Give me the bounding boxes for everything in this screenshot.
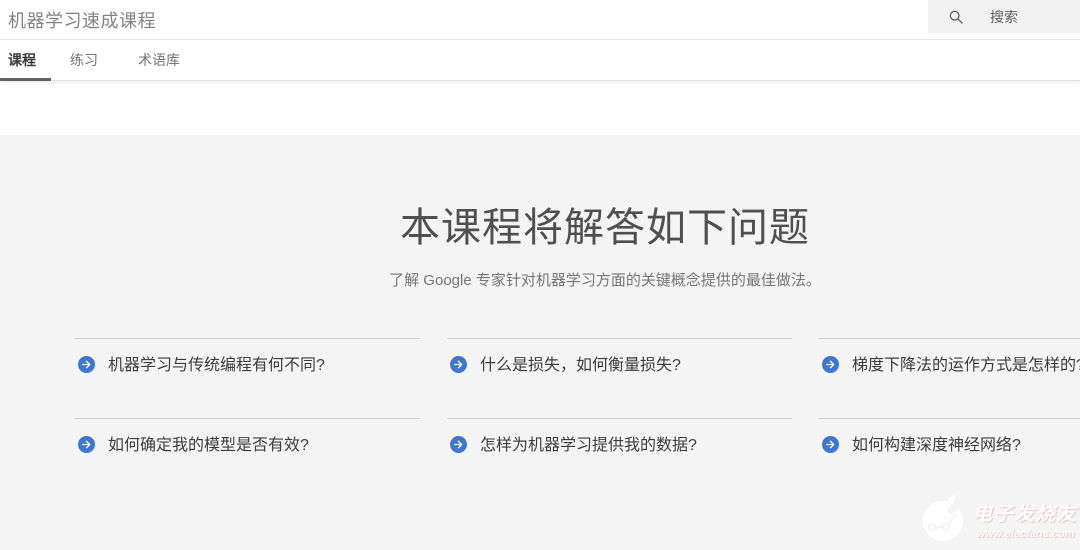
question-link[interactable]: 怎样为机器学习提供我的数据? — [447, 418, 792, 474]
arrow-forward-icon — [78, 436, 95, 453]
question-text: 什么是损失，如何衡量损失? — [480, 356, 681, 375]
elecfans-watermark: 电子发烧友 www.elecfans.com — [917, 491, 1078, 547]
tab-exercises[interactable]: 练习 — [70, 40, 98, 80]
page-title[interactable]: 机器学习速成课程 — [8, 7, 156, 33]
question-link[interactable]: 梯度下降法的运作方式是怎样的? — [819, 338, 1080, 394]
tab-glossary[interactable]: 术语库 — [138, 40, 180, 80]
app-header: 机器学习速成课程 搜索 — [0, 0, 1080, 40]
elecfans-logo-icon — [917, 491, 969, 547]
tab-glossary-label: 术语库 — [138, 50, 180, 70]
arrow-forward-icon — [450, 436, 467, 453]
hero-section: 本课程将解答如下问题 了解 Google 专家针对机器学习方面的关键概念提供的最… — [0, 135, 1080, 550]
elecfans-name: 电子发烧友 — [973, 499, 1078, 526]
question-text: 如何确定我的模型是否有效? — [108, 436, 309, 455]
elecfans-url: www.elecfans.com — [973, 528, 1078, 540]
question-link[interactable]: 如何构建深度神经网络? — [819, 418, 1080, 474]
question-link[interactable]: 如何确定我的模型是否有效? — [75, 418, 420, 474]
question-text: 如何构建深度神经网络? — [852, 436, 1021, 455]
elecfans-text: 电子发烧友 www.elecfans.com — [973, 499, 1078, 540]
tab-exercises-label: 练习 — [70, 50, 98, 70]
hero-block: 本课程将解答如下问题 了解 Google 专家针对机器学习方面的关键概念提供的最… — [75, 135, 1080, 290]
tab-course[interactable]: 课程 — [0, 40, 51, 80]
hero-subheading: 了解 Google 专家针对机器学习方面的关键概念提供的最佳做法。 — [75, 269, 1080, 290]
question-text: 怎样为机器学习提供我的数据? — [480, 436, 697, 455]
question-text: 梯度下降法的运作方式是怎样的? — [852, 356, 1080, 375]
search-label: 搜索 — [990, 7, 1018, 27]
arrow-forward-icon — [822, 436, 839, 453]
hero-heading: 本课程将解答如下问题 — [75, 135, 1080, 253]
arrow-forward-icon — [78, 356, 95, 373]
arrow-forward-icon — [450, 356, 467, 373]
question-link[interactable]: 什么是损失，如何衡量损失? — [447, 338, 792, 394]
tab-bar: 课程 练习 术语库 — [0, 40, 1080, 81]
tab-course-label: 课程 — [8, 50, 36, 70]
arrow-forward-icon — [822, 356, 839, 373]
question-text: 机器学习与传统编程有何不同? — [108, 356, 325, 375]
search-button[interactable]: 搜索 — [928, 0, 1080, 33]
question-link[interactable]: 机器学习与传统编程有何不同? — [75, 338, 420, 394]
questions-grid: 机器学习与传统编程有何不同? 什么是损失，如何衡量损失? 梯度下降法的运作方式是… — [75, 338, 1080, 474]
search-icon — [948, 9, 964, 25]
